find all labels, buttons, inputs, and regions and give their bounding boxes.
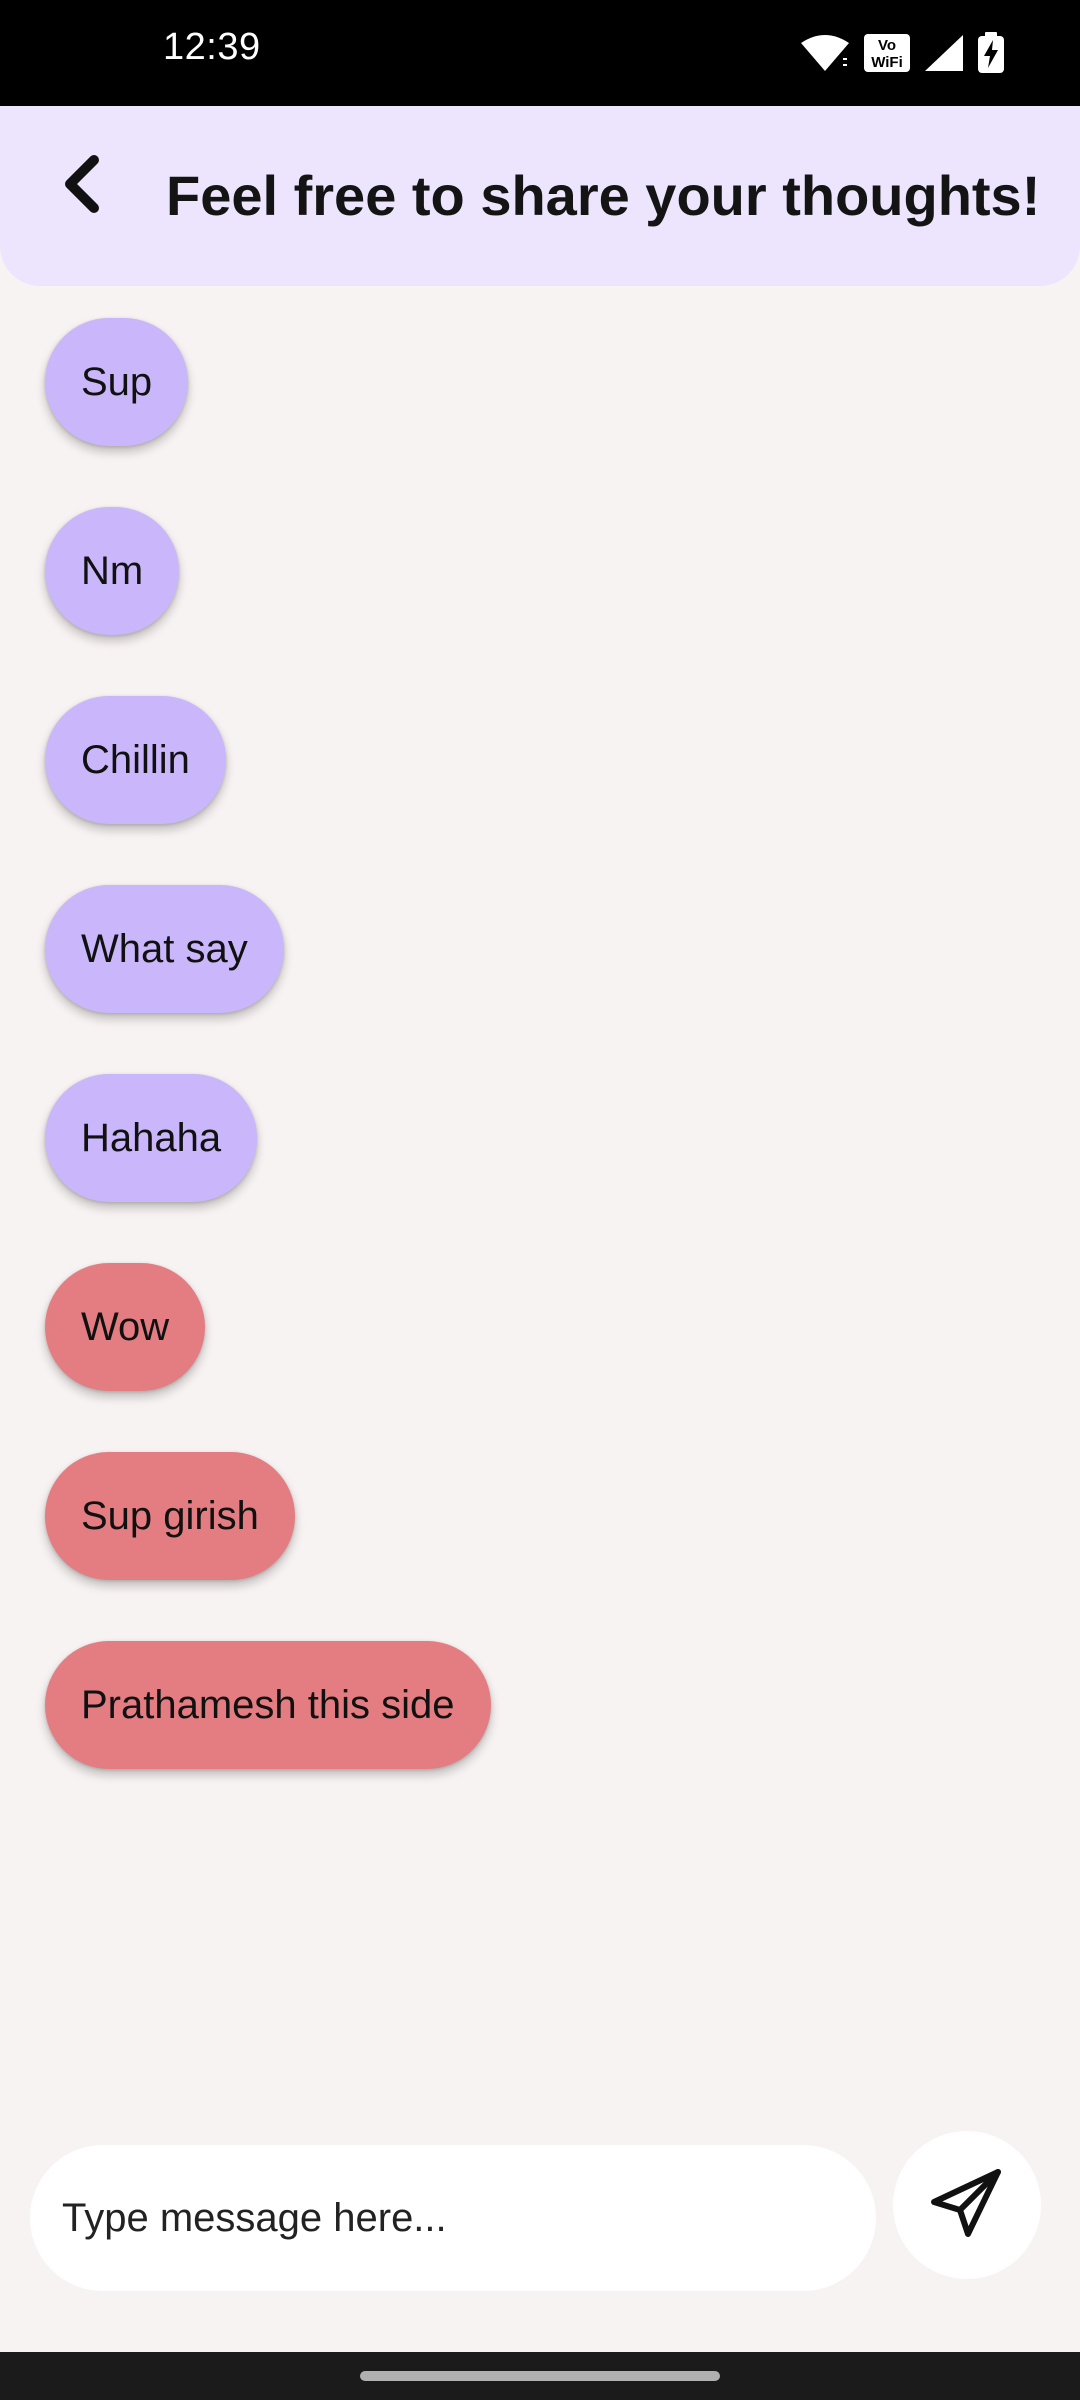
header: Feel free to share your thoughts! — [0, 106, 1080, 286]
message-input-container[interactable] — [30, 2145, 876, 2291]
wifi-icon — [799, 33, 851, 73]
back-button[interactable] — [46, 150, 118, 222]
battery-charging-icon — [977, 32, 1005, 74]
vowifi-icon: Vo WiFi — [863, 33, 911, 73]
message-bubble[interactable]: Prathamesh this side — [45, 1641, 491, 1769]
home-gesture-handle[interactable] — [360, 2371, 720, 2381]
message-bubble[interactable]: Nm — [45, 507, 180, 635]
status-bar: 12:39 Vo WiFi — [0, 0, 1080, 106]
message-bubble[interactable]: Hahaha — [45, 1074, 258, 1202]
message-bubble[interactable]: What say — [45, 885, 284, 1013]
message-list: Sup Nm Chillin What say Hahaha Wow Sup g… — [45, 318, 491, 1769]
vowifi-top-text: Vo — [878, 37, 896, 54]
message-bubble[interactable]: Sup girish — [45, 1452, 295, 1580]
navigation-bar — [0, 2352, 1080, 2400]
message-bubble[interactable]: Sup — [45, 318, 189, 446]
status-time: 12:39 — [163, 26, 261, 68]
status-icons: Vo WiFi — [799, 32, 1005, 74]
message-bubble[interactable]: Chillin — [45, 696, 226, 824]
chevron-left-icon — [60, 154, 104, 219]
cell-signal-icon — [923, 33, 965, 73]
send-button[interactable] — [893, 2131, 1041, 2279]
message-input[interactable] — [60, 2194, 844, 2242]
message-bubble[interactable]: Wow — [45, 1263, 206, 1391]
page-title: Feel free to share your thoughts! — [166, 164, 1041, 227]
paper-plane-icon — [930, 2168, 1004, 2243]
vowifi-bottom-text: WiFi — [871, 54, 903, 71]
